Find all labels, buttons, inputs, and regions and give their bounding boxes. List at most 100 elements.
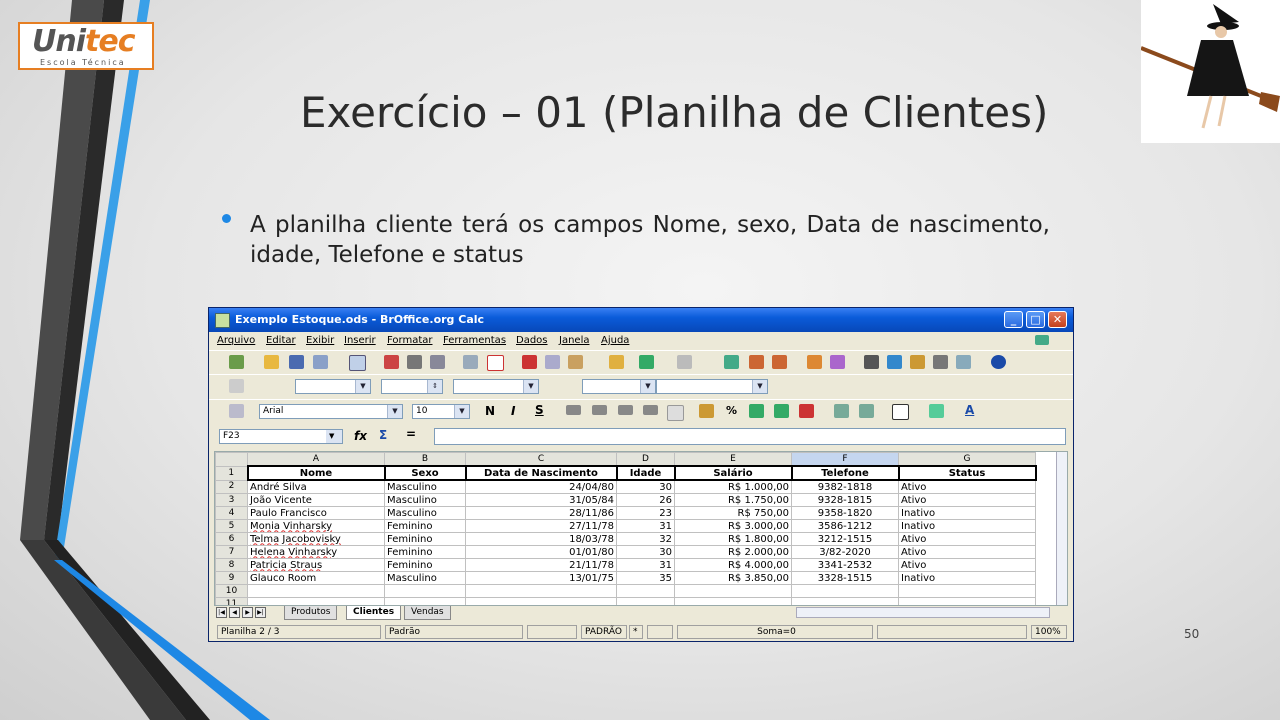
first-sheet-icon[interactable]: |◀ — [216, 607, 227, 618]
cell[interactable]: 31 — [616, 558, 675, 572]
tab-clientes[interactable]: Clientes — [346, 606, 402, 620]
cell[interactable] — [384, 597, 466, 605]
row-header[interactable]: 3 — [215, 493, 248, 507]
horizontal-scrollbar[interactable] — [796, 607, 1050, 618]
header-cell-salario[interactable]: Salário — [673, 465, 793, 481]
cell[interactable]: R$ 750,00 — [674, 506, 792, 520]
cell[interactable] — [247, 597, 385, 605]
cell[interactable]: 28/11/86 — [465, 506, 617, 520]
status-zoom[interactable]: 100% — [1031, 625, 1067, 639]
find-icon[interactable] — [864, 355, 879, 369]
zoom-slider[interactable] — [877, 625, 1027, 639]
print-icon[interactable] — [407, 355, 422, 369]
cell[interactable]: 9328-1815 — [791, 493, 899, 507]
row-header[interactable]: 4 — [215, 506, 248, 520]
cell[interactable]: 24/04/80 — [465, 479, 617, 494]
font-name-select[interactable]: Arial ▼ — [259, 404, 403, 419]
cell[interactable]: R$ 4.000,00 — [674, 558, 792, 572]
spellcheck-icon[interactable] — [463, 355, 478, 369]
header-cell-sexo[interactable]: Sexo — [383, 465, 467, 481]
header-cell-status[interactable]: Status — [897, 465, 1037, 481]
col-header-g[interactable]: G — [898, 452, 1036, 467]
row-header[interactable]: 10 — [215, 584, 248, 598]
decrease-indent-icon[interactable] — [834, 404, 849, 418]
sort-descending-icon[interactable] — [772, 355, 787, 369]
cell[interactable] — [465, 597, 617, 605]
maximize-button[interactable]: □ — [1026, 311, 1045, 328]
header-cell-idade[interactable]: Idade — [615, 465, 676, 481]
spreadsheet-grid[interactable]: A B C D E F G 1 Nome Sexo Data de Nascim… — [214, 451, 1068, 606]
cell[interactable] — [616, 597, 675, 605]
row-header[interactable]: 8 — [215, 558, 248, 572]
cell[interactable]: 3/82-2020 — [791, 545, 899, 559]
cell[interactable]: Ativo — [898, 545, 1036, 559]
export-pdf-icon[interactable] — [384, 355, 399, 369]
tab-vendas[interactable]: Vendas — [404, 606, 451, 620]
menu-dados[interactable]: Dados — [516, 335, 548, 346]
corner-cell[interactable] — [215, 452, 248, 467]
menu-ajuda[interactable]: Ajuda — [601, 335, 629, 346]
open-folder-icon[interactable] — [264, 355, 279, 369]
status-mode[interactable]: PADRÃO — [581, 625, 627, 639]
cell[interactable]: Feminino — [384, 519, 466, 533]
menu-arquivo[interactable]: Arquivo — [217, 335, 255, 346]
cell[interactable]: 35 — [616, 571, 675, 585]
cell[interactable]: R$ 1.800,00 — [674, 532, 792, 546]
col-header-c[interactable]: C — [465, 452, 617, 467]
datasource-icon[interactable] — [933, 355, 948, 369]
help-icon[interactable] — [991, 355, 1006, 369]
prev-sheet-icon[interactable]: ◀ — [229, 607, 240, 618]
cell[interactable]: Inativo — [898, 506, 1036, 520]
function-wizard-icon[interactable]: fx — [354, 429, 367, 443]
cell[interactable]: Glauco Room — [247, 571, 385, 585]
cut-icon[interactable] — [522, 355, 537, 369]
cell[interactable]: 3341-2532 — [791, 558, 899, 572]
name-box-dropdown-icon[interactable]: ▼ — [326, 430, 342, 443]
autospellcheck-icon[interactable] — [487, 355, 504, 371]
borders-icon[interactable] — [892, 404, 909, 420]
header-cell-nome[interactable]: Nome — [246, 465, 386, 481]
underline-button[interactable]: S — [535, 403, 544, 417]
cell[interactable]: 18/03/78 — [465, 532, 617, 546]
header-cell-telefone[interactable]: Telefone — [790, 465, 900, 481]
cell[interactable]: 26 — [616, 493, 675, 507]
cell[interactable]: Ativo — [898, 532, 1036, 546]
zoom-icon[interactable] — [956, 355, 971, 369]
object-name-select[interactable]: ▼ — [295, 379, 371, 394]
menu-exibir[interactable]: Exibir — [306, 335, 334, 346]
cell[interactable]: André Silva — [247, 479, 385, 494]
cell[interactable]: 13/01/75 — [465, 571, 617, 585]
cell[interactable]: Feminino — [384, 545, 466, 559]
cell[interactable]: Ativo — [898, 493, 1036, 507]
cell[interactable]: Masculino — [384, 479, 466, 494]
cell[interactable] — [465, 584, 617, 598]
cell[interactable]: 9382-1818 — [791, 479, 899, 494]
cell[interactable]: R$ 3.850,00 — [674, 571, 792, 585]
area-style-select[interactable]: ▼ — [582, 379, 656, 394]
cell[interactable] — [674, 584, 792, 598]
cell[interactable]: Feminino — [384, 532, 466, 546]
menu-formatar[interactable]: Formatar — [387, 335, 432, 346]
name-box[interactable]: F23 ▼ — [219, 429, 343, 444]
cell[interactable] — [384, 584, 466, 598]
menu-janela[interactable]: Janela — [559, 335, 589, 346]
cell[interactable] — [791, 584, 899, 598]
menu-ferramentas[interactable]: Ferramentas — [443, 335, 506, 346]
cell[interactable] — [247, 584, 385, 598]
sum-icon[interactable]: Σ — [379, 428, 387, 442]
percent-format-icon[interactable]: % — [726, 404, 737, 417]
menu-inserir[interactable]: Inserir — [344, 335, 376, 346]
save-icon[interactable] — [289, 355, 304, 369]
cell[interactable]: 27/11/78 — [465, 519, 617, 533]
cell[interactable]: Inativo — [898, 571, 1036, 585]
vertical-scrollbar[interactable] — [1056, 452, 1067, 605]
tab-produtos[interactable]: Produtos — [284, 606, 338, 620]
cell[interactable] — [616, 584, 675, 598]
formula-equals-icon[interactable]: = — [406, 427, 416, 441]
cell[interactable]: Ativo — [898, 479, 1036, 494]
copy-icon[interactable] — [545, 355, 560, 369]
cell[interactable] — [674, 597, 792, 605]
cell[interactable]: 32 — [616, 532, 675, 546]
styles-icon[interactable] — [229, 404, 244, 418]
close-button[interactable]: ✕ — [1048, 311, 1067, 328]
